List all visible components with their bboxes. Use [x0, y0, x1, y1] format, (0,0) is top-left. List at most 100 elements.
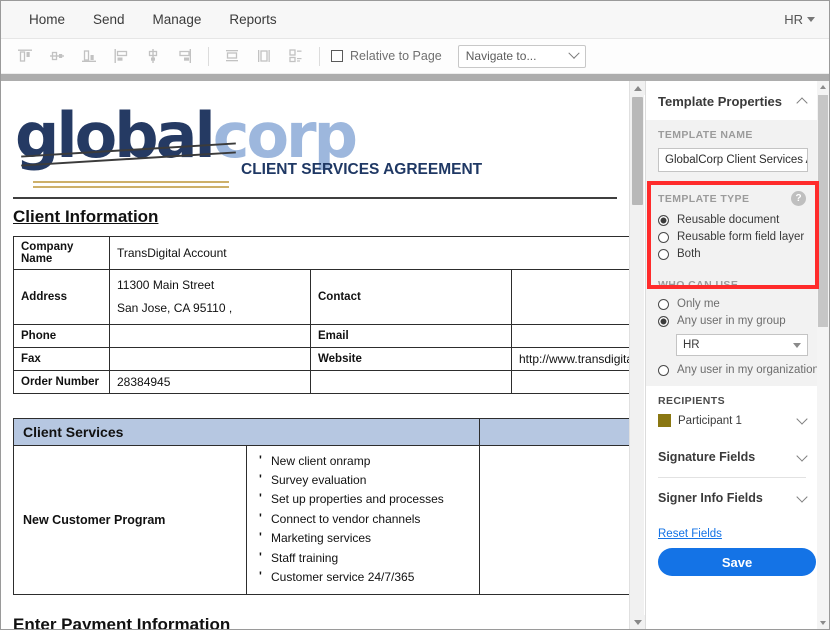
logo-underline-2-icon [33, 186, 229, 188]
cell-label-blank [310, 369, 512, 394]
panel-scroll-up-icon[interactable] [817, 81, 829, 93]
menu-item-reports[interactable]: Reports [215, 8, 290, 31]
radio-label: Both [677, 248, 701, 260]
cell-label-website: Website [310, 346, 512, 371]
scroll-up-arrow-icon[interactable] [630, 81, 645, 95]
panel-footer: Reset Fields Save [646, 518, 818, 588]
scroll-down-arrow-icon[interactable] [630, 615, 645, 629]
navigate-to-value: Navigate to... [465, 49, 537, 63]
chevron-down-icon [807, 17, 815, 22]
cell-value-address[interactable]: 11300 Main Street San Jose, CA 95110 , [109, 269, 311, 325]
table-row: Phone Email [13, 323, 629, 348]
recipient-name: Participant 1 [678, 414, 742, 427]
menu-item-manage[interactable]: Manage [139, 8, 216, 31]
radio-selected-icon [658, 315, 669, 327]
table-row: Company Name TransDigital Account [13, 236, 629, 270]
table-row: New Customer Program New client onramp S… [13, 444, 629, 595]
cell-value-blank[interactable] [511, 369, 629, 394]
reset-fields-link[interactable]: Reset Fields [658, 528, 722, 540]
radio-reusable-form-field-layer[interactable]: Reusable form field layer [658, 231, 806, 243]
radio-label: Only me [677, 298, 720, 310]
panel-scrollbar-thumb[interactable] [818, 95, 828, 327]
triangle-up-icon [820, 85, 826, 89]
signer-info-fields-section[interactable]: Signer Info Fields [646, 478, 818, 518]
caret-down-icon [793, 342, 801, 348]
distribute-horizontal-icon[interactable] [248, 43, 280, 69]
help-icon[interactable]: ? [791, 191, 806, 206]
recipients-label: RECIPIENTS [658, 395, 726, 407]
panel-content: Template Properties TEMPLATE NAME Global… [646, 81, 819, 588]
service-bullet-list: New client onramp Survey evaluation Set … [256, 451, 470, 588]
who-can-use-label: WHO CAN USE [658, 279, 739, 291]
list-item: Marketing services [256, 528, 470, 548]
list-item: Staff training [256, 548, 470, 568]
align-center-horizontal-icon[interactable] [41, 43, 73, 69]
cell-value-fax[interactable] [109, 346, 311, 371]
align-left-icon[interactable] [105, 43, 137, 69]
group-select[interactable]: HR [676, 334, 808, 356]
menu-items: Home Send Manage Reports [1, 8, 291, 31]
services-header-left: Client Services [13, 417, 480, 446]
chevron-down-icon [796, 449, 808, 462]
chevron-up-icon [796, 97, 808, 109]
panel-scrollbar[interactable] [817, 81, 829, 629]
align-middle-vertical-icon[interactable] [137, 43, 169, 69]
chevron-down-icon [796, 413, 808, 425]
user-account-menu[interactable]: HR [784, 12, 829, 27]
recipient-color-swatch [658, 414, 671, 427]
cell-value-order-number[interactable]: 28384945 [109, 369, 311, 394]
logo-underline-1-icon [33, 181, 229, 183]
panel-title: Template Properties [658, 94, 783, 109]
logo-text-primary: global [15, 99, 216, 172]
radio-unselected-icon [658, 298, 669, 310]
menu-item-send[interactable]: Send [79, 8, 139, 31]
match-size-icon[interactable] [280, 43, 312, 69]
table-row: Address 11300 Main Street San Jose, CA 9… [13, 269, 629, 325]
template-name-label: TEMPLATE NAME [658, 129, 753, 141]
chevron-down-icon [796, 490, 808, 503]
relative-to-page-checkbox[interactable]: Relative to Page [331, 49, 442, 63]
globalcorp-logo: globalcorp [15, 105, 358, 167]
toolbar-divider-2 [319, 46, 320, 66]
panel-header[interactable]: Template Properties [646, 81, 818, 120]
save-button[interactable]: Save [658, 548, 816, 576]
radio-unselected-icon [658, 248, 669, 260]
triangle-up-icon [633, 85, 642, 91]
template-name-input[interactable]: GlobalCorp Client Services Ag [658, 148, 808, 172]
table-row: Order Number 28384945 [13, 369, 629, 394]
distribute-vertical-icon[interactable] [216, 43, 248, 69]
radio-both[interactable]: Both [658, 248, 806, 260]
template-type-label-row: TEMPLATE TYPE ? [658, 191, 806, 206]
recipient-participant-1[interactable]: Participant 1 [658, 413, 808, 427]
list-item: New client onramp [256, 451, 470, 471]
service-bullet-cell: New client onramp Survey evaluation Set … [246, 444, 480, 595]
radio-reusable-document[interactable]: Reusable document [658, 214, 806, 226]
radio-any-user-in-my-group[interactable]: Any user in my group [658, 315, 806, 327]
cell-value-contact[interactable] [511, 269, 629, 325]
cell-value-phone[interactable] [109, 323, 311, 348]
payment-information-heading: Enter Payment Information [13, 614, 231, 629]
cell-label-contact: Contact [310, 269, 512, 325]
document-scrollbar-thumb[interactable] [632, 97, 643, 205]
template-type-section: TEMPLATE TYPE ? Reusable document Reusab… [646, 182, 818, 270]
radio-any-user-in-my-organization[interactable]: Any user in my organization [658, 364, 819, 376]
document-scrollbar[interactable] [629, 81, 645, 629]
cell-value-company-name[interactable]: TransDigital Account [109, 236, 629, 270]
cell-value-email[interactable] [511, 323, 629, 348]
application-window: Home Send Manage Reports HR Relative to … [0, 0, 830, 630]
list-item: Customer service 24/7/365 [256, 567, 470, 587]
menu-item-home[interactable]: Home [15, 8, 79, 31]
align-bottom-icon[interactable] [73, 43, 105, 69]
client-information-table: Company Name TransDigital Account Addres… [13, 236, 629, 394]
navigate-to-select[interactable]: Navigate to... [457, 44, 586, 68]
radio-only-me[interactable]: Only me [658, 298, 806, 310]
service-investment-amount: $ 11000.00 [479, 444, 629, 595]
panel-scroll-down-icon[interactable] [817, 617, 829, 629]
document-header-rule [13, 197, 617, 199]
align-top-icon[interactable] [9, 43, 41, 69]
list-item: Set up properties and processes [256, 489, 470, 509]
client-services-table: Client Services Investmen New Customer P… [13, 417, 629, 595]
signature-fields-section[interactable]: Signature Fields [646, 437, 818, 477]
align-right-icon[interactable] [169, 43, 201, 69]
cell-value-website[interactable]: http://www.transdigitalcorp.co [511, 346, 629, 371]
